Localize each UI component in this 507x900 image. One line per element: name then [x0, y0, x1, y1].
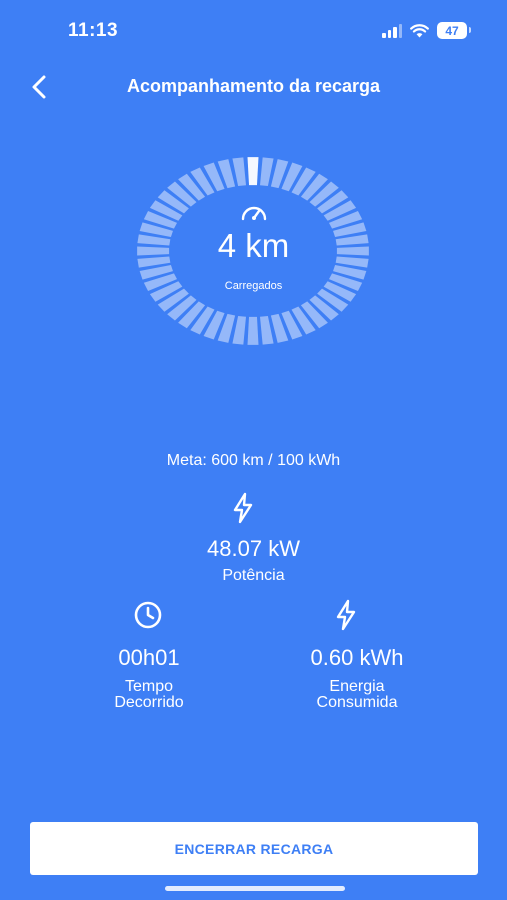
page-title: Acompanhamento da recarga: [126, 76, 381, 96]
end-charging-button[interactable]: ENCERRAR RECARGA: [30, 822, 478, 875]
lightning-icon: [233, 492, 253, 524]
gauge-segment: [232, 157, 246, 187]
status-icons: 47: [382, 22, 471, 39]
battery-icon: 47: [437, 22, 471, 39]
gauge-segment: [260, 315, 274, 345]
status-time: 11:13: [68, 20, 119, 41]
charged-distance-value: 4 km: [217, 227, 290, 264]
signal-icon: [382, 23, 402, 38]
gauge-segment: [247, 316, 259, 345]
elapsed-time-block: 00h01 Tempo Decorrido: [49, 645, 249, 711]
gauge-segment-filled: [247, 157, 259, 186]
power-value: 48.07 kW: [207, 536, 300, 561]
gauge-segment: [232, 315, 246, 345]
charged-distance-caption: Carregados: [224, 280, 283, 292]
energy-consumed-label-line2: Consumida: [316, 694, 398, 711]
power-label: Potência: [222, 567, 285, 584]
lightning-icon: [336, 599, 356, 631]
energy-consumed-value: 0.60 kWh: [310, 645, 404, 670]
speedometer-icon: [241, 206, 267, 221]
home-indicator: [165, 886, 345, 891]
elapsed-time-label-line1: Tempo: [124, 678, 174, 695]
elapsed-time-label-line2: Decorrido: [114, 694, 184, 711]
gauge-segment: [260, 157, 274, 187]
wifi-icon: [410, 23, 429, 37]
charging-goal: Meta: 600 km / 100 kWh: [166, 452, 341, 469]
elapsed-time-value: 00h01: [118, 645, 180, 670]
clock-icon: [134, 601, 162, 629]
energy-consumed-label-line1: Energia: [329, 678, 385, 695]
energy-consumed-block: 0.60 kWh Energia Consumida: [257, 645, 457, 711]
